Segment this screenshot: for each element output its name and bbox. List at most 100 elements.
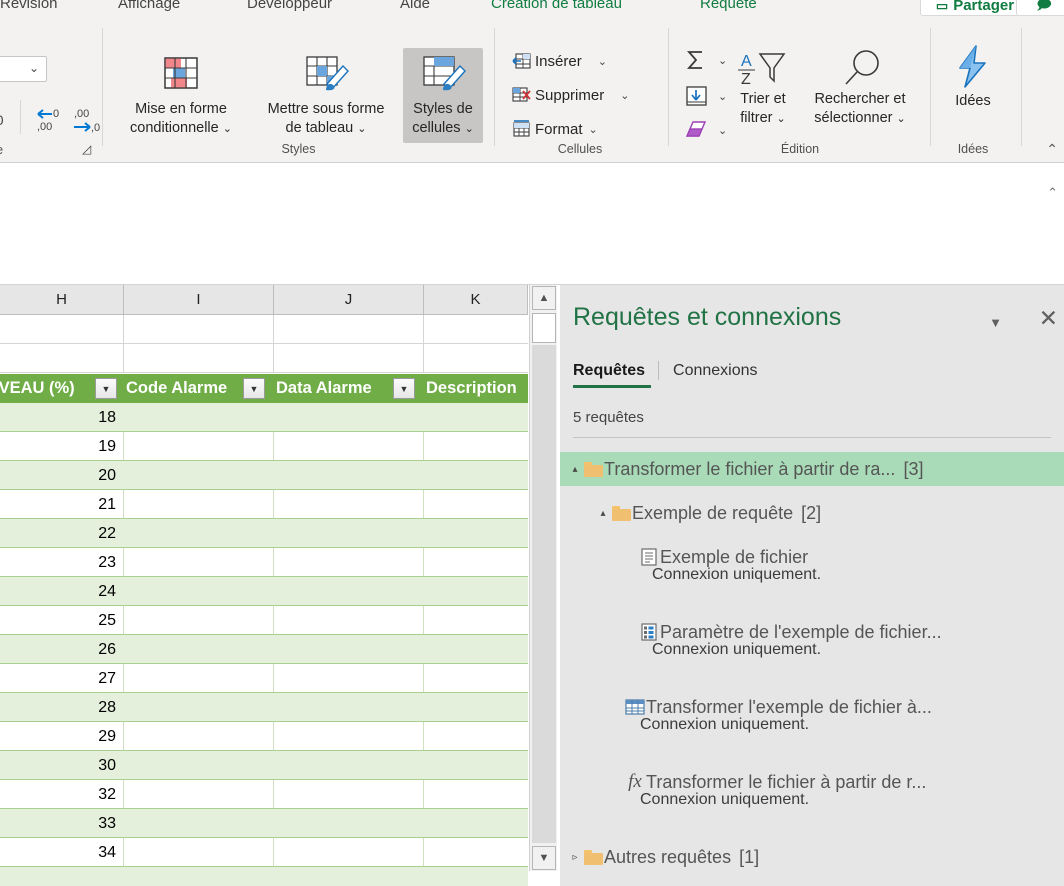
tab-aide[interactable]: Aide bbox=[400, 0, 430, 15]
column-header-h[interactable]: H bbox=[0, 285, 124, 314]
table-row[interactable]: 24 bbox=[0, 577, 528, 606]
collapse-ribbon-icon[interactable]: ⌃ bbox=[1046, 141, 1058, 158]
table-row[interactable]: 28 bbox=[0, 693, 528, 722]
table-row[interactable]: 21 bbox=[0, 490, 528, 519]
table-header-description[interactable]: Description bbox=[426, 374, 517, 403]
table-row[interactable]: 25 bbox=[0, 606, 528, 635]
tab-developpeur[interactable]: Développeur bbox=[247, 0, 332, 15]
clear-button[interactable]: ⌄ bbox=[683, 118, 727, 142]
cell-niveau[interactable]: 19 bbox=[0, 432, 118, 461]
column-header-k[interactable]: K bbox=[424, 285, 528, 314]
cell-niveau[interactable]: 25 bbox=[0, 606, 118, 635]
filter-dropdown-icon[interactable]: ▼ bbox=[393, 378, 415, 399]
table-row[interactable]: 26 bbox=[0, 635, 528, 664]
table-row[interactable]: 22 bbox=[0, 519, 528, 548]
scrollbar-track[interactable] bbox=[532, 345, 556, 843]
sort-filter-button[interactable]: A Z Trier et filtrer ⌄ bbox=[728, 48, 798, 129]
query-list-item[interactable]: ▴ Transformer le fichier à partir de ra..… bbox=[560, 452, 1064, 486]
cell-niveau[interactable]: 21 bbox=[0, 490, 118, 519]
cell-niveau[interactable]: 24 bbox=[0, 577, 118, 606]
ideas-button[interactable]: Idées bbox=[942, 44, 1004, 111]
share-button[interactable]: ▭ Partager bbox=[920, 0, 1030, 16]
cell-styles-icon bbox=[423, 56, 466, 91]
expand-collapse-icon[interactable]: ▴ bbox=[568, 464, 582, 475]
query-list-item[interactable]: Transformer l'exemple de fichier à... bbox=[560, 690, 1064, 724]
table-header-data-alarme[interactable]: Data Alarme bbox=[276, 374, 372, 403]
decrease-decimal-icon[interactable]: 0 ,00 bbox=[32, 107, 66, 133]
query-list-item[interactable]: ▹ Autres requêtes [1] bbox=[560, 840, 1064, 874]
delete-cells-button[interactable]: Supprimer ⌄ bbox=[512, 86, 629, 105]
cell-niveau[interactable]: 22 bbox=[0, 519, 118, 548]
vertical-scrollbar[interactable]: ▲ ▼ bbox=[529, 285, 557, 871]
cell-niveau[interactable]: 32 bbox=[0, 780, 118, 809]
tab-affichage[interactable]: Affichage bbox=[118, 0, 180, 15]
scrollbar-thumb[interactable] bbox=[532, 313, 556, 343]
table-row[interactable]: 27 bbox=[0, 664, 528, 693]
find-select-button[interactable]: Rechercher et sélectionner ⌄ bbox=[795, 48, 925, 129]
chevron-down-icon[interactable]: ⌄ bbox=[718, 54, 727, 67]
table-row[interactable]: 32 bbox=[0, 780, 528, 809]
filter-dropdown-icon[interactable]: ▼ bbox=[243, 378, 265, 399]
expand-collapse-icon[interactable]: ▴ bbox=[596, 508, 610, 519]
filter-dropdown-icon[interactable]: ▼ bbox=[95, 378, 117, 399]
query-status-text: Connexion uniquement. bbox=[652, 566, 822, 583]
ideas-group-label: Idées bbox=[957, 142, 989, 156]
query-list-item[interactable]: fx Transformer le fichier à partir de r..… bbox=[560, 765, 1064, 799]
table-row[interactable]: 18 bbox=[0, 403, 528, 432]
table-row[interactable]: 23 bbox=[0, 548, 528, 577]
cell-styles-button[interactable]: Styles de cellules ⌄ bbox=[403, 48, 483, 143]
cell-niveau[interactable]: 23 bbox=[0, 548, 118, 577]
table-row[interactable]: 34 bbox=[0, 838, 528, 867]
table-row[interactable]: 29 bbox=[0, 722, 528, 751]
tab-requetes[interactable]: Requêtes bbox=[573, 362, 658, 388]
table-row[interactable]: 33 bbox=[0, 809, 528, 838]
tab-connexions[interactable]: Connexions bbox=[673, 362, 771, 385]
chevron-down-icon[interactable]: ⌄ bbox=[598, 55, 607, 68]
empty-row[interactable] bbox=[0, 315, 528, 344]
number-format-combo[interactable]: ⌄ bbox=[0, 56, 47, 82]
cell-niveau[interactable]: 18 bbox=[0, 403, 118, 432]
column-header-j[interactable]: J bbox=[274, 285, 424, 314]
scroll-up-arrow-icon[interactable]: ▲ bbox=[532, 286, 556, 310]
cell-niveau[interactable]: 28 bbox=[0, 693, 118, 722]
tab-requete[interactable]: Requête bbox=[700, 0, 757, 15]
table-row[interactable]: 19 bbox=[0, 432, 528, 461]
cell-niveau[interactable]: 26 bbox=[0, 635, 118, 664]
cell-niveau[interactable]: 29 bbox=[0, 722, 118, 751]
chevron-down-icon[interactable]: ⌄ bbox=[589, 123, 598, 136]
cell-niveau[interactable]: 30 bbox=[0, 751, 118, 780]
empty-row[interactable] bbox=[0, 344, 528, 373]
scroll-down-arrow-icon[interactable]: ▼ bbox=[532, 846, 556, 870]
tab-creation-de-tableau[interactable]: Création de tableau bbox=[491, 0, 622, 15]
table-header-code-alarme[interactable]: Code Alarme bbox=[126, 374, 227, 403]
expand-collapse-icon[interactable]: ▹ bbox=[568, 852, 582, 863]
table-row[interactable]: 30 bbox=[0, 751, 528, 780]
format-as-table-button[interactable]: Mettre sous forme de tableau ⌄ bbox=[250, 48, 402, 143]
chevron-down-icon[interactable]: ⌄ bbox=[718, 90, 727, 103]
query-name: Transformer l'exemple de fichier à... bbox=[646, 696, 932, 717]
tab-revision[interactable]: Révision bbox=[0, 0, 58, 15]
column-header-i[interactable]: I bbox=[124, 285, 274, 314]
panel-dropdown-icon[interactable]: ▼ bbox=[989, 315, 1002, 330]
cell-niveau[interactable]: 34 bbox=[0, 838, 118, 867]
spreadsheet-grid[interactable]: H I J K IVEAU (%) ▼ Code Alarme ▼ Data A… bbox=[0, 285, 560, 886]
close-icon[interactable]: ✕ bbox=[1039, 307, 1058, 330]
query-list-item[interactable]: ▴ Exemple de requête [2] bbox=[560, 496, 1064, 530]
fill-button[interactable]: ⌄ bbox=[683, 84, 727, 108]
cell-niveau[interactable]: 20 bbox=[0, 461, 118, 490]
dialog-launcher-icon[interactable]: ◿ bbox=[82, 142, 91, 156]
comments-button[interactable]: 🗩 bbox=[1016, 0, 1064, 16]
format-cells-button[interactable]: Format ⌄ bbox=[512, 120, 598, 139]
table-row[interactable]: 20 bbox=[0, 461, 528, 490]
autosum-button[interactable]: ⌄ bbox=[683, 48, 727, 72]
scroll-up-icon[interactable]: ⌃ bbox=[1047, 185, 1058, 201]
insert-cells-button[interactable]: Insérer ⌄ bbox=[512, 52, 607, 71]
table-header-niveau[interactable]: IVEAU (%) bbox=[0, 374, 75, 403]
cell-niveau[interactable] bbox=[0, 867, 118, 886]
table-row[interactable] bbox=[0, 867, 528, 886]
cell-niveau[interactable]: 27 bbox=[0, 664, 118, 693]
chevron-down-icon[interactable]: ⌄ bbox=[620, 89, 629, 102]
cell-niveau[interactable]: 33 bbox=[0, 809, 118, 838]
conditional-formatting-button[interactable]: Mise en forme conditionnelle ⌄ bbox=[115, 48, 247, 143]
chevron-down-icon[interactable]: ⌄ bbox=[718, 124, 727, 137]
